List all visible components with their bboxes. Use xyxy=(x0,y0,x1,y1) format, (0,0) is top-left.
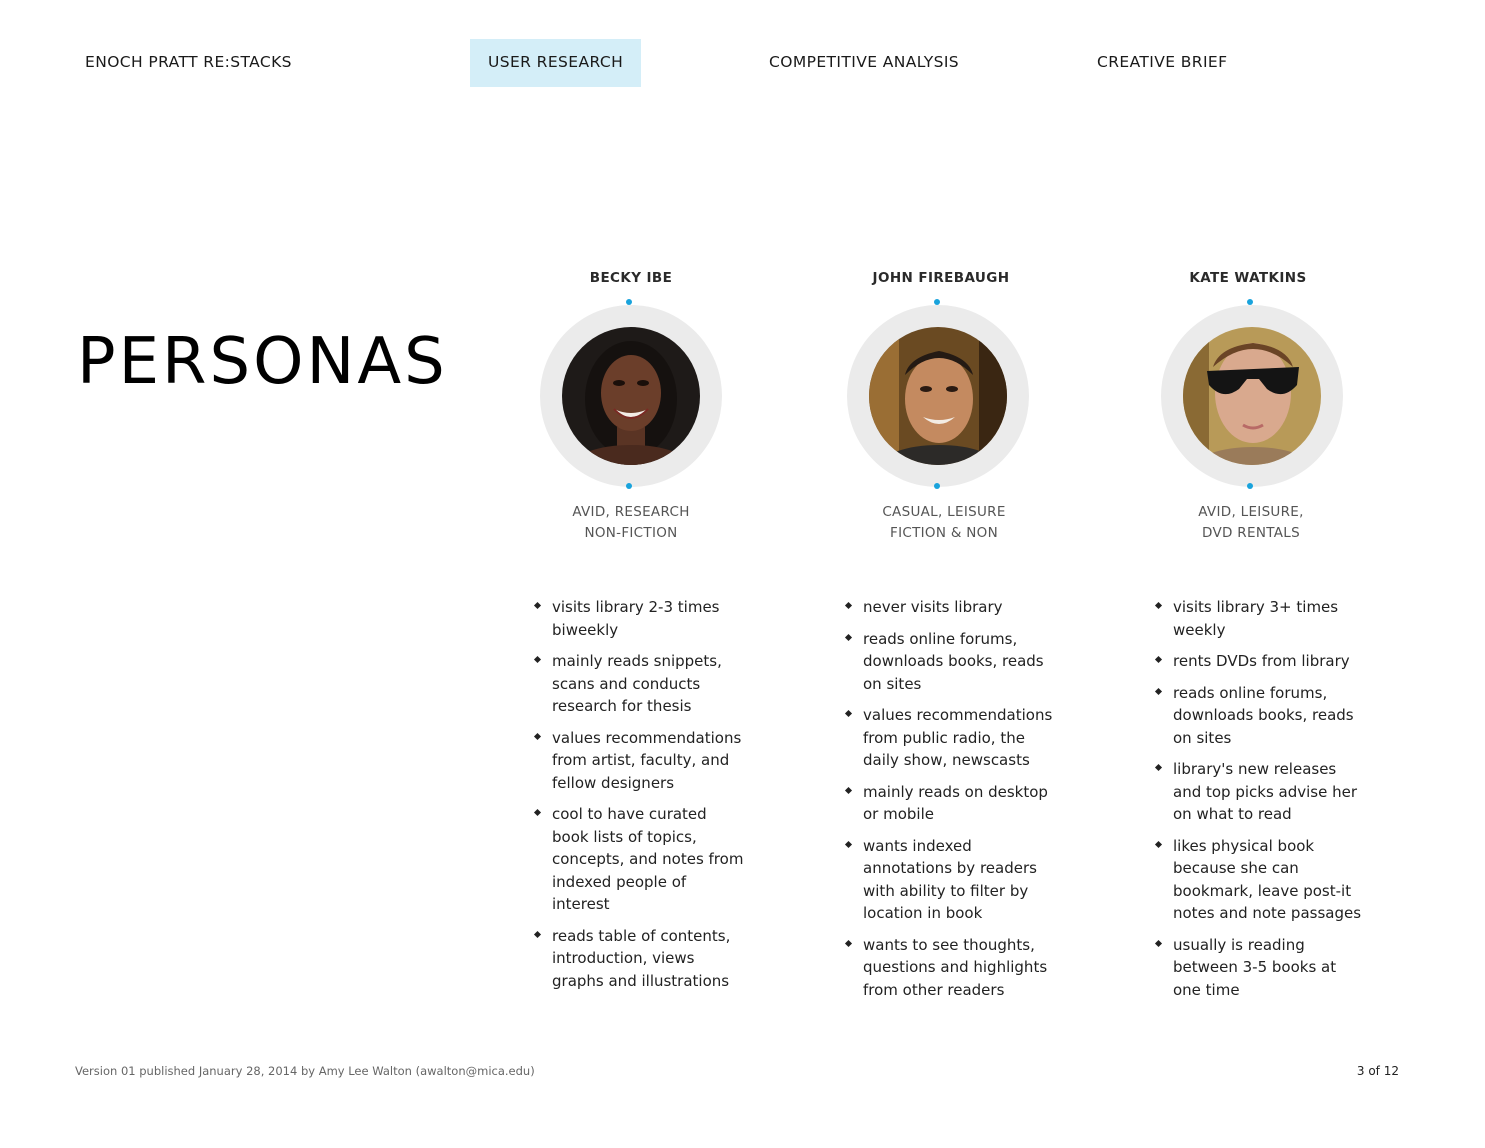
avatar-ring xyxy=(847,305,1029,487)
persona-name: JOHN FIREBAUGH xyxy=(872,270,1010,286)
persona-tags: AVID, RESEARCH NON-FICTION xyxy=(481,502,781,544)
list-item: wants to see thoughts, questions and hig… xyxy=(845,934,1061,1002)
persona-tag-line: DVD RENTALS xyxy=(1202,525,1300,541)
list-item: reads online forums, downloads books, re… xyxy=(845,628,1061,696)
nav-item-creative-brief[interactable]: CREATIVE BRIEF xyxy=(1097,39,1227,87)
list-item: usually is reading between 3-5 books at … xyxy=(1155,934,1367,1002)
persona-traits-becky: visits library 2-3 times biweekly mainly… xyxy=(534,596,746,1001)
avatar-ring xyxy=(1161,305,1343,487)
nav-item-enoch-pratt-restacks[interactable]: ENOCH PRATT RE:STACKS xyxy=(85,39,292,87)
avatar xyxy=(1183,327,1321,465)
footer-credit: Version 01 published January 28, 2014 by… xyxy=(75,1064,535,1078)
list-item: cool to have curated book lists of topic… xyxy=(534,803,746,916)
page-title: PERSONAS xyxy=(77,325,448,399)
persona-tag-line: AVID, RESEARCH xyxy=(572,504,690,520)
page-number: 3 of 12 xyxy=(1356,1064,1399,1078)
list-item: values recommendations from public radio… xyxy=(845,704,1061,772)
persona-card-becky: BECKY IBE AVID, RESEARCH NON-FICTION xyxy=(481,268,781,541)
persona-tag-line: CASUAL, LEISURE xyxy=(882,504,1006,520)
nav-item-competitive-analysis[interactable]: COMPETITIVE ANALYSIS xyxy=(769,39,959,87)
persona-tags: CASUAL, LEISURE FICTION & NON xyxy=(794,502,1094,544)
persona-card-john: JOHN FIREBAUGH CASUAL, LEISURE FICTION &… xyxy=(791,268,1091,541)
list-item: rents DVDs from library xyxy=(1155,650,1367,673)
persona-tags: AVID, LEISURE, DVD RENTALS xyxy=(1101,502,1401,544)
persona-tag-line: FICTION & NON xyxy=(890,525,998,541)
list-item: never visits library xyxy=(845,596,1061,619)
persona-tag-line: AVID, LEISURE, xyxy=(1198,504,1304,520)
avatar-ring xyxy=(540,305,722,487)
persona-tag-line: NON-FICTION xyxy=(584,525,678,541)
persona-name: BECKY IBE xyxy=(589,270,673,286)
portrait-woman-icon xyxy=(562,327,700,465)
accent-dot xyxy=(626,483,632,489)
list-item: reads online forums, downloads books, re… xyxy=(1155,682,1367,750)
list-item: mainly reads snippets, scans and conduct… xyxy=(534,650,746,718)
list-item: reads table of contents, introduction, v… xyxy=(534,925,746,993)
persona-traits-kate: visits library 3+ times weekly rents DVD… xyxy=(1155,596,1367,1010)
accent-dot xyxy=(1247,483,1253,489)
list-item: visits library 2-3 times biweekly xyxy=(534,596,746,641)
list-item: wants indexed annotations by readers wit… xyxy=(845,835,1061,925)
portrait-man-icon xyxy=(869,327,1007,465)
list-item: values recommendations from artist, facu… xyxy=(534,727,746,795)
avatar xyxy=(562,327,700,465)
persona-card-kate: KATE WATKINS AVID, LEISURE, DVD RENTALS xyxy=(1098,268,1398,541)
top-nav: ENOCH PRATT RE:STACKS USER RESEARCH COMP… xyxy=(0,39,1485,87)
list-item: likes physical book because she can book… xyxy=(1155,835,1367,925)
nav-item-user-research[interactable]: USER RESEARCH xyxy=(470,39,642,87)
persona-name: KATE WATKINS xyxy=(1189,270,1307,286)
accent-dot xyxy=(934,483,940,489)
portrait-woman-sunglasses-icon xyxy=(1183,327,1321,465)
list-item: visits library 3+ times weekly xyxy=(1155,596,1367,641)
avatar xyxy=(869,327,1007,465)
list-item: library's new releases and top picks adv… xyxy=(1155,758,1367,826)
persona-traits-john: never visits library reads online forums… xyxy=(845,596,1061,1010)
list-item: mainly reads on desktop or mobile xyxy=(845,781,1061,826)
